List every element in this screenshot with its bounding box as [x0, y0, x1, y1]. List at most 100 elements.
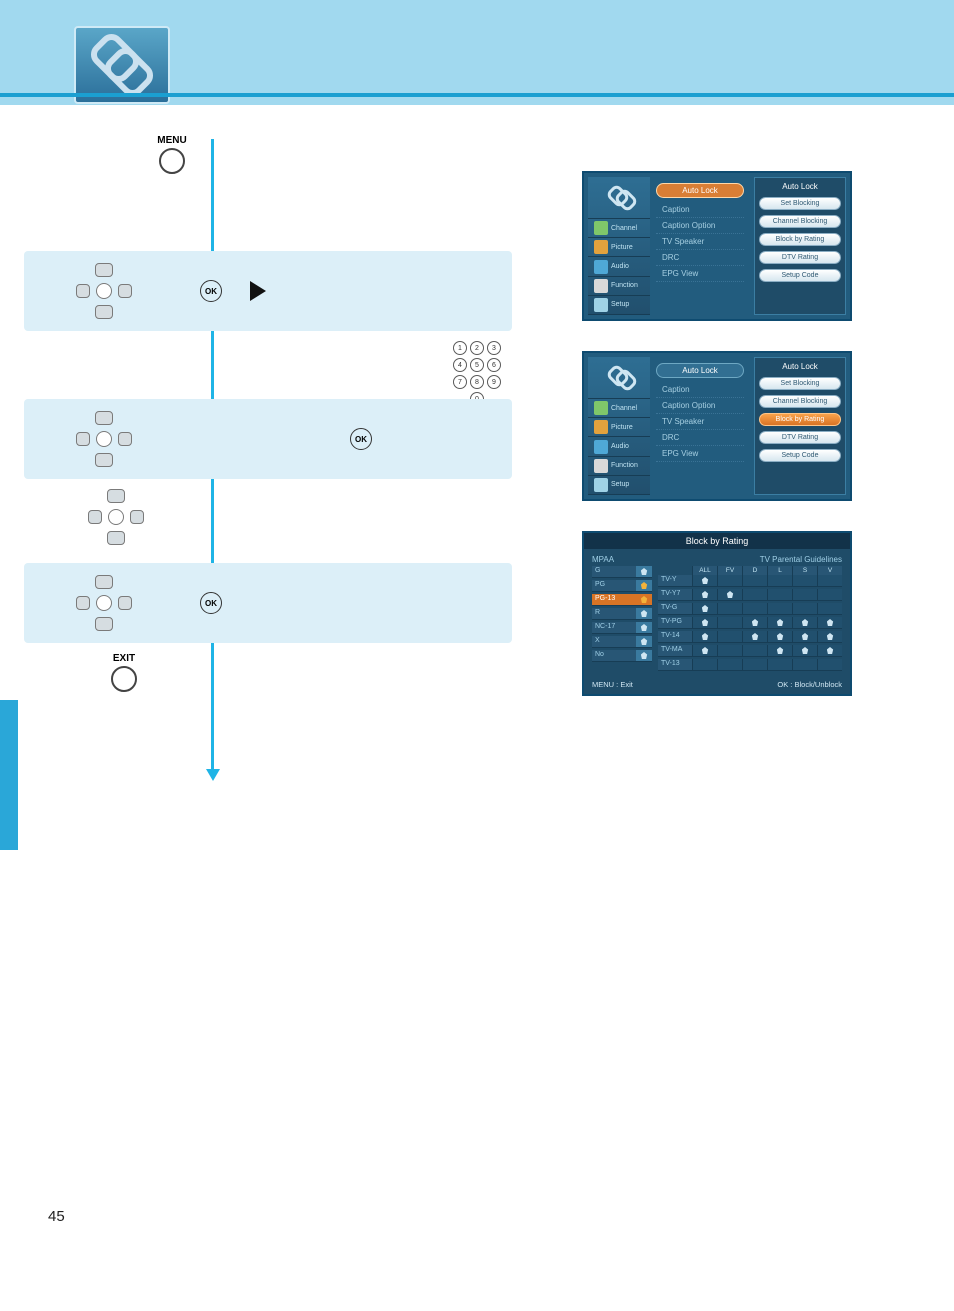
tv-row[interactable]: TV-13	[658, 659, 692, 671]
option-set-blocking[interactable]: Set Blocking	[759, 377, 841, 390]
tv-right-column: Auto Lock Set Blocking Channel Blocking …	[754, 177, 846, 315]
exit-label: EXIT	[84, 653, 164, 664]
sidebar-item-setup[interactable]: Setup	[588, 476, 650, 495]
key-5[interactable]: 5	[470, 358, 484, 372]
tv-row[interactable]: TV-MA	[658, 645, 692, 657]
mid-item[interactable]: Caption	[656, 202, 744, 218]
ok-button[interactable]: OK	[200, 592, 222, 614]
key-6[interactable]: 6	[487, 358, 501, 372]
rating-cell[interactable]	[792, 617, 817, 629]
mpaa-row[interactable]: X	[592, 636, 636, 648]
rating-cell[interactable]	[767, 645, 792, 657]
mid-item[interactable]: DRC	[656, 430, 744, 446]
menu-button[interactable]	[159, 148, 185, 174]
key-1[interactable]: 1	[453, 341, 467, 355]
option-channel-blocking[interactable]: Channel Blocking	[759, 215, 841, 228]
mpaa-row[interactable]: R	[592, 608, 636, 620]
option-dtv-rating[interactable]: DTV Rating	[759, 251, 841, 264]
key-8[interactable]: 8	[470, 375, 484, 389]
option-block-by-rating[interactable]: Block by Rating	[759, 233, 841, 246]
lock-icon[interactable]	[636, 650, 652, 662]
key-7[interactable]: 7	[453, 375, 467, 389]
footer-ok-block: OK : Block/Unblock	[777, 680, 842, 689]
sidebar-item-picture[interactable]: Picture	[588, 418, 650, 437]
dpad-control[interactable]	[76, 575, 132, 631]
rating-cell[interactable]	[767, 631, 792, 643]
rating-cell[interactable]	[817, 645, 842, 657]
rating-cell[interactable]	[817, 617, 842, 629]
option-setup-code[interactable]: Setup Code	[759, 449, 841, 462]
lock-icon[interactable]	[636, 580, 652, 592]
mpaa-row-selected[interactable]: PG-13	[592, 594, 636, 606]
sidebar-item-function[interactable]: Function	[588, 277, 650, 296]
mid-item[interactable]: Caption Option	[656, 398, 744, 414]
key-4[interactable]: 4	[453, 358, 467, 372]
exit-button[interactable]	[111, 666, 137, 692]
mpaa-row[interactable]: G	[592, 566, 636, 578]
rating-cell[interactable]	[817, 631, 842, 643]
rating-cell[interactable]	[742, 617, 767, 629]
play-right-icon	[250, 281, 266, 301]
dpad-control[interactable]	[88, 489, 144, 545]
dpad-control[interactable]	[76, 263, 132, 319]
option-dtv-rating[interactable]: DTV Rating	[759, 431, 841, 444]
mpaa-column: G PG PG-13 R NC-17 X No	[592, 566, 652, 673]
lock-icon[interactable]	[636, 594, 652, 606]
lock-icon[interactable]	[636, 566, 652, 578]
rating-cell[interactable]	[792, 645, 817, 657]
key-3[interactable]: 3	[487, 341, 501, 355]
sidebar-item-channel[interactable]: Channel	[588, 219, 650, 238]
key-9[interactable]: 9	[487, 375, 501, 389]
rating-cell[interactable]	[742, 631, 767, 643]
rating-cell[interactable]	[692, 617, 717, 629]
mid-item[interactable]: DRC	[656, 250, 744, 266]
tv-sidebar: Channel Picture Audio Function Setup	[588, 177, 650, 315]
sidebar-item-function[interactable]: Function	[588, 457, 650, 476]
mpaa-row[interactable]: No	[592, 650, 636, 662]
sidebar-item-picture[interactable]: Picture	[588, 238, 650, 257]
mid-item[interactable]: TV Speaker	[656, 234, 744, 250]
rating-cell[interactable]	[692, 631, 717, 643]
rating-cell[interactable]	[767, 617, 792, 629]
tv-row[interactable]: TV-14	[658, 631, 692, 643]
option-set-blocking[interactable]: Set Blocking	[759, 197, 841, 210]
tv-row[interactable]: TV-PG	[658, 617, 692, 629]
step-row-1: OK	[24, 251, 512, 331]
tv-row[interactable]: TV-Y7	[658, 589, 692, 601]
option-channel-blocking[interactable]: Channel Blocking	[759, 395, 841, 408]
option-block-by-rating[interactable]: Block by Rating	[759, 413, 841, 426]
mid-item[interactable]: EPG View	[656, 446, 744, 462]
rating-cell[interactable]	[692, 575, 717, 587]
mpaa-row[interactable]: PG	[592, 580, 636, 592]
rating-cell[interactable]	[692, 645, 717, 657]
dpad-control[interactable]	[76, 411, 132, 467]
rating-cell[interactable]	[692, 589, 717, 601]
rating-cell[interactable]	[792, 631, 817, 643]
rating-cell[interactable]	[717, 589, 742, 601]
tv-screen-2: Channel Picture Audio Function Setup Aut…	[582, 351, 852, 501]
number-keypad[interactable]: 1 2 3 4 5 6 7 8 9 0	[450, 341, 504, 406]
mpaa-row[interactable]: NC-17	[592, 622, 636, 634]
tv-row[interactable]: TV-G	[658, 603, 692, 615]
mid-item[interactable]: Caption	[656, 382, 744, 398]
tv-row[interactable]: TV-Y	[658, 575, 692, 587]
page-number: 45	[48, 1208, 65, 1225]
sidebar-item-setup[interactable]: Setup	[588, 296, 650, 315]
rating-cell[interactable]	[692, 603, 717, 615]
mid-header[interactable]: Auto Lock	[656, 363, 744, 378]
sidebar-item-audio[interactable]: Audio	[588, 257, 650, 276]
sidebar-item-audio[interactable]: Audio	[588, 437, 650, 456]
key-2[interactable]: 2	[470, 341, 484, 355]
lock-icon[interactable]	[636, 608, 652, 620]
sidebar-item-channel[interactable]: Channel	[588, 399, 650, 418]
mid-item[interactable]: TV Speaker	[656, 414, 744, 430]
ok-button[interactable]: OK	[200, 280, 222, 302]
mid-item[interactable]: Caption Option	[656, 218, 744, 234]
lock-icon[interactable]	[636, 636, 652, 648]
chain-icon	[96, 40, 148, 90]
mid-header[interactable]: Auto Lock	[656, 183, 744, 198]
option-setup-code[interactable]: Setup Code	[759, 269, 841, 282]
lock-icon[interactable]	[636, 622, 652, 634]
ok-button[interactable]: OK	[350, 428, 372, 450]
mid-item[interactable]: EPG View	[656, 266, 744, 282]
